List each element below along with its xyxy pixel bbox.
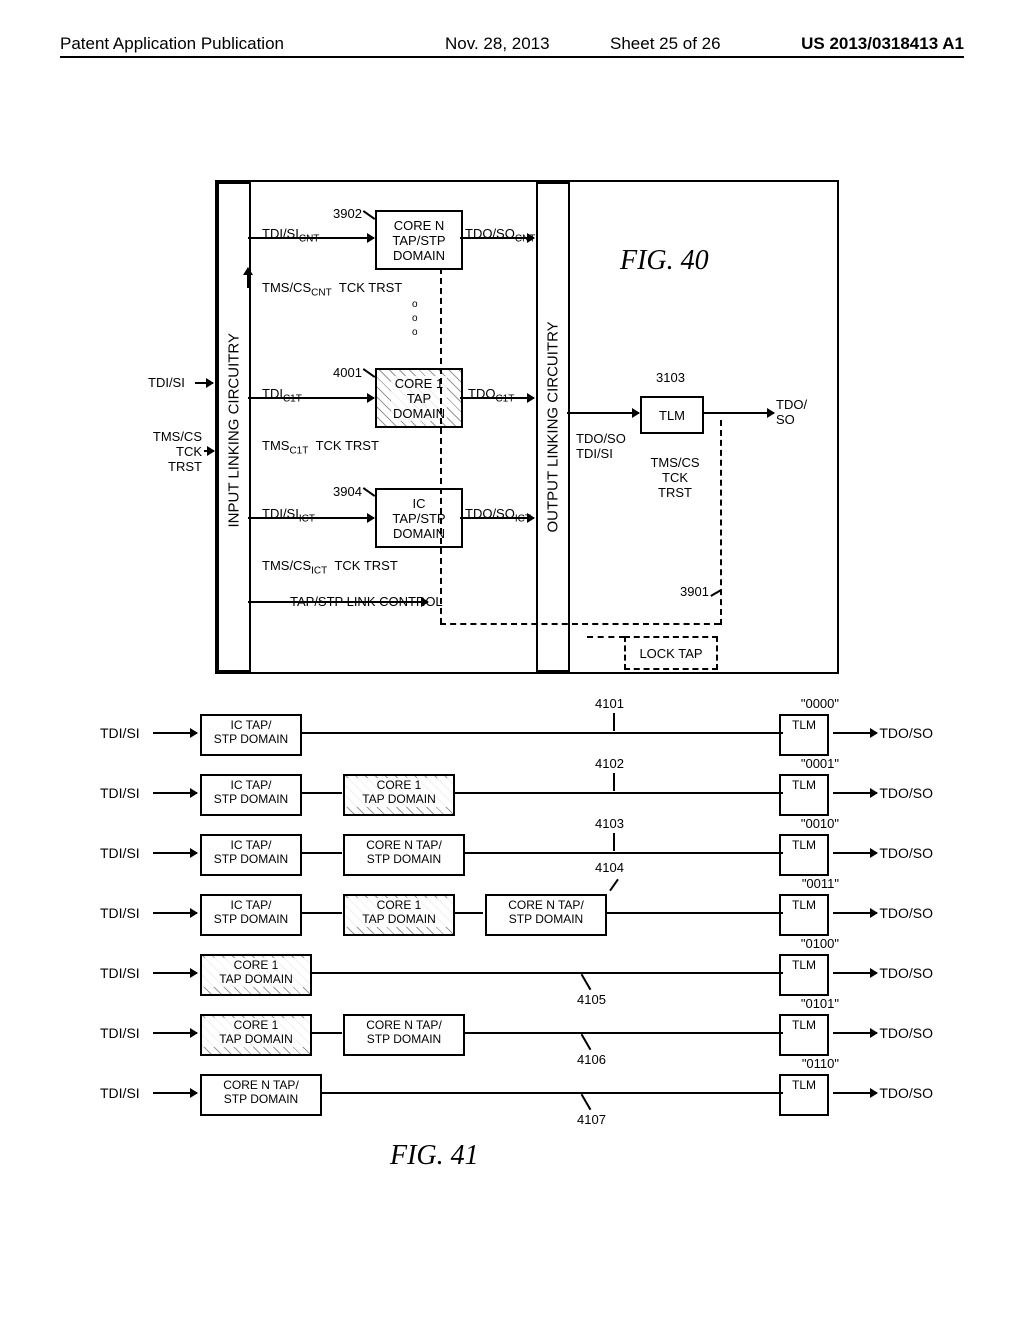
ext-tms-tck-trst: TMS/CSTCKTRST: [144, 430, 202, 475]
coreN-tap: CORE N TAP/ STP DOMAIN: [485, 894, 607, 936]
core1-tap: CORE 1 TAP DOMAIN: [343, 894, 455, 936]
tlm-sig-right: TMS/CSTCKTRST: [640, 456, 710, 501]
ref-4001: 4001: [333, 365, 362, 381]
ic-tap-stp: IC TAP/ STP DOMAIN: [200, 714, 302, 756]
core1-tap: CORE 1 TAP DOMAIN: [200, 954, 312, 996]
tlm-sig-left: TDO/SOTDI/SI: [576, 432, 626, 462]
tdo-so-out: TDO/SO: [776, 398, 807, 428]
coreN-tap: CORE N TAP/ STP DOMAIN: [343, 1014, 465, 1056]
publication-date: Nov. 28, 2013: [445, 34, 550, 54]
arrow-icon: [153, 1092, 197, 1094]
tlm-box: TLM: [779, 954, 829, 996]
chain-4103: TDI/SI IC TAP/ STP DOMAIN CORE N TAP/ ST…: [165, 830, 865, 885]
coreN-tdo: TDO/SOCNT: [465, 226, 535, 246]
input-linking-circuitry: INPUT LINKING CIRCUITRY: [217, 182, 251, 672]
core-n-domain: CORE N TAP/STP DOMAIN: [375, 210, 463, 270]
arrow-to-tlm: [567, 412, 639, 414]
core1-tms: TMSC1T TCK TRST: [262, 438, 379, 458]
chain-4104: TDI/SI IC TAP/ STP DOMAIN CORE 1 TAP DOM…: [165, 890, 865, 945]
chain-4105: TDI/SI CORE 1 TAP DOMAIN TLM "0100" 4105…: [165, 950, 865, 1005]
arrow-icon: [833, 972, 877, 974]
coreN-tms: TMS/CSCNT TCK TRST: [262, 280, 402, 300]
lock-tap-box: LOCK TAP: [624, 636, 718, 670]
chain-4107: TDI/SI CORE N TAP/ STP DOMAIN TLM "0110"…: [165, 1070, 865, 1125]
arrow-tdi-in: [195, 382, 213, 384]
arrow-coreN-out: [460, 237, 534, 239]
ic-tms: TMS/CSICT TCK TRST: [262, 558, 398, 578]
coreN-tap: CORE N TAP/ STP DOMAIN: [200, 1074, 322, 1116]
tlm-box: TLM: [779, 774, 829, 816]
chain-4106: TDI/SI CORE 1 TAP DOMAIN CORE N TAP/ STP…: [165, 1010, 865, 1065]
tlm-box: TLM: [640, 396, 704, 434]
ic-tap-stp: IC TAP/ STP DOMAIN: [200, 774, 302, 816]
core-1-domain: CORE 1 TAP DOMAIN: [375, 368, 463, 428]
chain-4102: TDI/SI IC TAP/ STP DOMAIN CORE 1 TAP DOM…: [165, 770, 865, 825]
arrow-link-control: [248, 601, 428, 603]
output-linking-circuitry: OUTPUT LINKING CIRCUITRY: [536, 182, 570, 672]
tlm-box: TLM: [779, 1074, 829, 1116]
arrow-icon: [833, 732, 877, 734]
figure-41: TDI/SI IC TAP/ STP DOMAIN TLM "0000" 410…: [165, 710, 865, 1160]
tlm-box: TLM: [779, 714, 829, 756]
arrow-icon: [153, 852, 197, 854]
ref-3103: 3103: [656, 370, 685, 386]
tlm-box: TLM: [779, 894, 829, 936]
arrow-icon: [153, 912, 197, 914]
ref-3902: 3902: [333, 206, 362, 222]
page-header: Patent Application Publication Nov. 28, …: [60, 56, 964, 58]
arrow-icon: [153, 732, 197, 734]
ellipsis-vert: ooo: [412, 298, 420, 340]
ic-domain: IC TAP/STP DOMAIN: [375, 488, 463, 548]
arrow-icon: [153, 972, 197, 974]
arrow-icon: [153, 1032, 197, 1034]
core1-tap: CORE 1 TAP DOMAIN: [343, 774, 455, 816]
tlm-box: TLM: [779, 834, 829, 876]
arrow-icon: [833, 1092, 877, 1094]
chain-4101: TDI/SI IC TAP/ STP DOMAIN TLM "0000" 410…: [165, 710, 865, 765]
ref-3901: 3901: [680, 584, 709, 600]
ic-tap-stp: IC TAP/ STP DOMAIN: [200, 894, 302, 936]
arrow-icon: [833, 912, 877, 914]
ic-tdo: TDO/SOICT: [465, 506, 531, 526]
publication-label: Patent Application Publication: [60, 34, 284, 54]
arrow-tms-in: [204, 450, 214, 452]
core1-tap: CORE 1 TAP DOMAIN: [200, 1014, 312, 1056]
arrow-icon: [833, 852, 877, 854]
arrow-icon: [833, 792, 877, 794]
arrow-coreN-in: [248, 237, 374, 239]
tlm-box: TLM: [779, 1014, 829, 1056]
coreN-tap: CORE N TAP/ STP DOMAIN: [343, 834, 465, 876]
arrow-core1-in: [248, 397, 374, 399]
dashed-inner-v: [440, 268, 442, 624]
core1-tdi: TDIC1T: [262, 386, 302, 406]
arrow-ic-out: [460, 517, 534, 519]
dashed-3901-v: [720, 420, 722, 625]
arrow-ic-in: [248, 517, 374, 519]
sheet-number: Sheet 25 of 26: [610, 34, 721, 54]
core1-tdo: TDOC1T: [468, 386, 514, 406]
ext-tdi-si: TDI/SI: [148, 375, 185, 391]
arrow-icon: [833, 1032, 877, 1034]
arrow-tlm-out: [702, 412, 774, 414]
publication-number: US 2013/0318413 A1: [801, 34, 964, 54]
coreN-tdi: TDI/SICNT: [262, 226, 319, 246]
ic-tap-stp: IC TAP/ STP DOMAIN: [200, 834, 302, 876]
arrow-icon: [153, 792, 197, 794]
arrow-core1-out: [460, 397, 534, 399]
ic-tdi: TDI/SIICT: [262, 506, 315, 526]
ref-3904: 3904: [333, 484, 362, 500]
